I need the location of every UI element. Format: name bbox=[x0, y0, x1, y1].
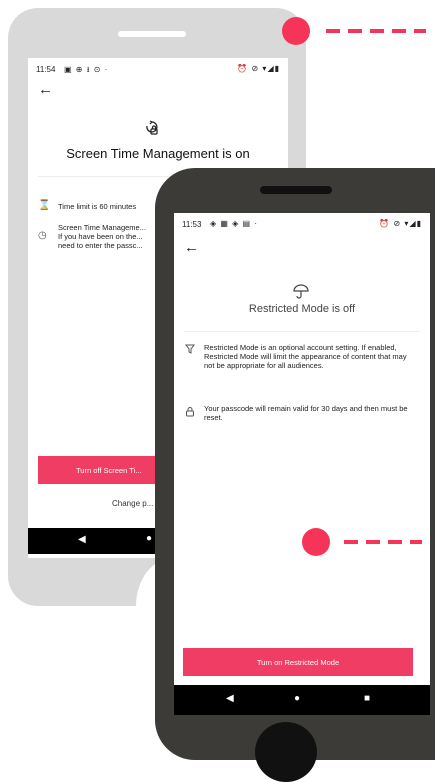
callout-dot-top bbox=[282, 17, 310, 45]
callout-dot-middle bbox=[302, 528, 330, 556]
callout-dash bbox=[388, 540, 402, 544]
change-passcode-link[interactable]: Change p... bbox=[112, 499, 153, 508]
nav-back-icon[interactable]: ◀ bbox=[226, 693, 234, 704]
lock-icon bbox=[186, 407, 194, 417]
timer-lock-icon bbox=[146, 120, 158, 135]
navigation-bar: ◀ ● ■ bbox=[174, 685, 430, 715]
front-phone-screen: 11:53 ◈ ▦ ◈ ▤ · ⏰ ⊘ ▾◢▮ ← Restricted Mod… bbox=[174, 213, 430, 715]
filter-icon bbox=[185, 344, 195, 354]
nav-home-icon[interactable]: ● bbox=[294, 693, 300, 704]
status-icons-left: ▣ ⊕ ⭳ ⊙ · bbox=[64, 65, 109, 74]
callout-dash bbox=[370, 29, 384, 33]
status-icons-right: ⏰ ⊘ ▾◢▮ bbox=[237, 64, 280, 73]
front-phone-home-button bbox=[255, 722, 317, 782]
callout-dash bbox=[414, 29, 426, 33]
callout-dash bbox=[366, 540, 380, 544]
status-time: 11:54 bbox=[36, 65, 56, 74]
hourglass-icon: ⌛ bbox=[38, 200, 51, 211]
status-icons-right: ⏰ ⊘ ▾◢▮ bbox=[379, 219, 422, 228]
turn-on-restricted-mode-button[interactable]: Turn on Restricted Mode bbox=[183, 648, 413, 676]
back-phone-speaker bbox=[118, 31, 186, 37]
front-phone-speaker bbox=[260, 186, 332, 194]
callout-dash bbox=[410, 540, 422, 544]
callout-dash bbox=[392, 29, 406, 33]
restricted-mode-description: Restricted Mode is an optional account s… bbox=[204, 343, 407, 370]
status-bar: 11:53 ◈ ▦ ◈ ▤ · ⏰ ⊘ ▾◢▮ bbox=[174, 213, 430, 235]
status-icons-left: ◈ ▦ ◈ ▤ · bbox=[210, 219, 258, 228]
page-title: Screen Time Management is on bbox=[66, 146, 250, 161]
nav-back-icon[interactable]: ◀ bbox=[78, 534, 86, 545]
clock-icon: ◷ bbox=[38, 230, 47, 241]
callout-dash bbox=[348, 29, 362, 33]
back-arrow-icon[interactable]: ← bbox=[38, 81, 53, 98]
divider bbox=[184, 331, 420, 332]
status-bar: 11:54 ▣ ⊕ ⭳ ⊙ · ⏰ ⊘ ▾◢▮ bbox=[28, 58, 288, 80]
status-time: 11:53 bbox=[182, 220, 202, 229]
callout-dash bbox=[344, 540, 358, 544]
nav-home-icon[interactable]: ● bbox=[146, 533, 152, 544]
umbrella-icon bbox=[293, 284, 309, 299]
back-arrow-icon[interactable]: ← bbox=[184, 239, 199, 256]
callout-dash bbox=[326, 29, 340, 33]
passcode-validity-text: Your passcode will remain valid for 30 d… bbox=[204, 404, 408, 422]
nav-recents-icon[interactable]: ■ bbox=[364, 693, 370, 704]
page-title: Restricted Mode is off bbox=[248, 303, 356, 315]
